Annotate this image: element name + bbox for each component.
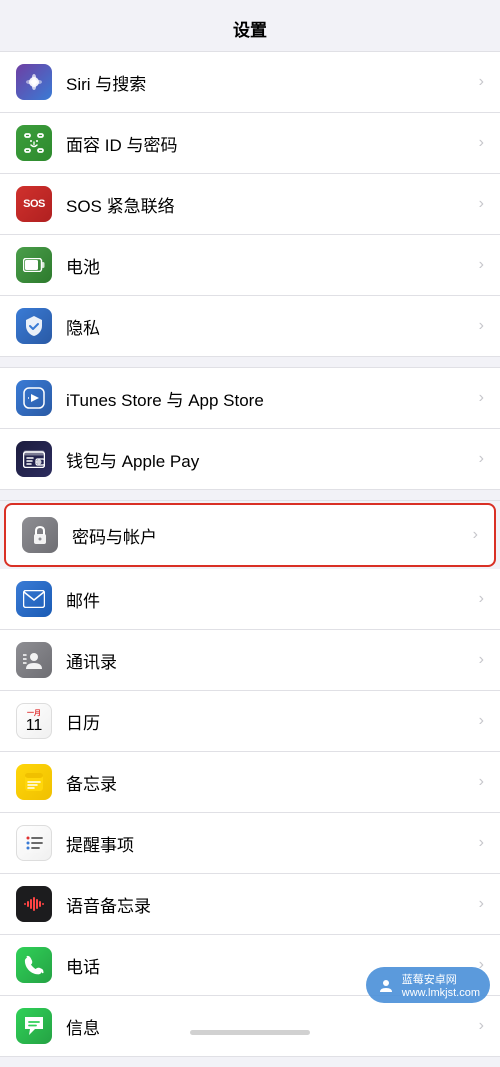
sos-label: SOS 紧急联络 [66, 192, 471, 217]
row-calendar[interactable]: 一月 11 日历 › [0, 691, 500, 752]
sos-chevron: › [479, 195, 484, 213]
privacy-label: 隐私 [66, 314, 471, 339]
messages-chevron: › [479, 1017, 484, 1035]
reminders-label: 提醒事项 [66, 831, 471, 856]
voice-icon [16, 886, 52, 922]
watermark-site: 蓝莓安卓网 [402, 971, 480, 987]
row-sos[interactable]: SOS SOS 紧急联络 › [0, 174, 500, 235]
home-indicator [190, 1030, 310, 1035]
siri-chevron: › [479, 73, 484, 91]
section-2-list: iTunes Store 与 App Store › 钱包与 Apple Pay… [0, 367, 500, 490]
row-passwords[interactable]: 密码与帐户 › [4, 503, 496, 567]
itunes-label: iTunes Store 与 App Store [66, 386, 471, 411]
row-contacts[interactable]: 通讯录 › [0, 630, 500, 691]
row-faceid[interactable]: 面容 ID 与密码 › [0, 113, 500, 174]
watermark: 蓝莓安卓网 www.lmkjst.com [366, 967, 490, 1003]
calendar-icon: 一月 11 [16, 703, 52, 739]
contacts-chevron: › [479, 651, 484, 669]
watermark-url: www.lmkjst.com [402, 987, 480, 999]
voice-chevron: › [479, 895, 484, 913]
wallet-label: 钱包与 Apple Pay [66, 447, 471, 472]
battery-chevron: › [479, 256, 484, 274]
contacts-icon [16, 642, 52, 678]
row-mail[interactable]: 邮件 › [0, 569, 500, 630]
passwords-chevron: › [473, 526, 478, 544]
faceid-chevron: › [479, 134, 484, 152]
calendar-chevron: › [479, 712, 484, 730]
wallet-icon [16, 441, 52, 477]
page-title: 设置 [0, 0, 500, 51]
phone-icon [16, 947, 52, 983]
contacts-label: 通讯录 [66, 648, 471, 673]
itunes-icon [16, 380, 52, 416]
section-2: iTunes Store 与 App Store › 钱包与 Apple Pay… [0, 367, 500, 490]
passwords-icon [22, 517, 58, 553]
mail-chevron: › [479, 590, 484, 608]
row-wallet[interactable]: 钱包与 Apple Pay › [0, 429, 500, 489]
mail-label: 邮件 [66, 587, 471, 612]
reminders-icon [16, 825, 52, 861]
row-notes[interactable]: 备忘录 › [0, 752, 500, 813]
row-messages[interactable]: 信息 › [0, 996, 500, 1056]
calendar-label: 日历 [66, 709, 471, 734]
row-siri[interactable]: Siri 与搜索 › [0, 52, 500, 113]
battery-label: 电池 [66, 253, 471, 278]
messages-icon [16, 1008, 52, 1044]
faceid-label: 面容 ID 与密码 [66, 131, 471, 156]
passwords-label: 密码与帐户 [72, 523, 465, 548]
siri-icon [16, 64, 52, 100]
sos-icon: SOS [16, 186, 52, 222]
battery-icon [16, 247, 52, 283]
reminders-chevron: › [479, 834, 484, 852]
privacy-chevron: › [479, 317, 484, 335]
row-voice[interactable]: 语音备忘录 › [0, 874, 500, 935]
wallet-chevron: › [479, 450, 484, 468]
notes-chevron: › [479, 773, 484, 791]
voice-label: 语音备忘录 [66, 892, 471, 917]
section-1: Siri 与搜索 › 面容 ID 与密码 › SO [0, 51, 500, 357]
siri-label: Siri 与搜索 [66, 70, 471, 95]
mail-icon [16, 581, 52, 617]
notes-icon [16, 764, 52, 800]
row-battery[interactable]: 电池 › [0, 235, 500, 296]
privacy-icon [16, 308, 52, 344]
faceid-icon [16, 125, 52, 161]
row-privacy[interactable]: 隐私 › [0, 296, 500, 356]
row-itunes[interactable]: iTunes Store 与 App Store › [0, 368, 500, 429]
row-reminders[interactable]: 提醒事项 › [0, 813, 500, 874]
notes-label: 备忘录 [66, 770, 471, 795]
section-1-list: Siri 与搜索 › 面容 ID 与密码 › SO [0, 51, 500, 357]
itunes-chevron: › [479, 389, 484, 407]
